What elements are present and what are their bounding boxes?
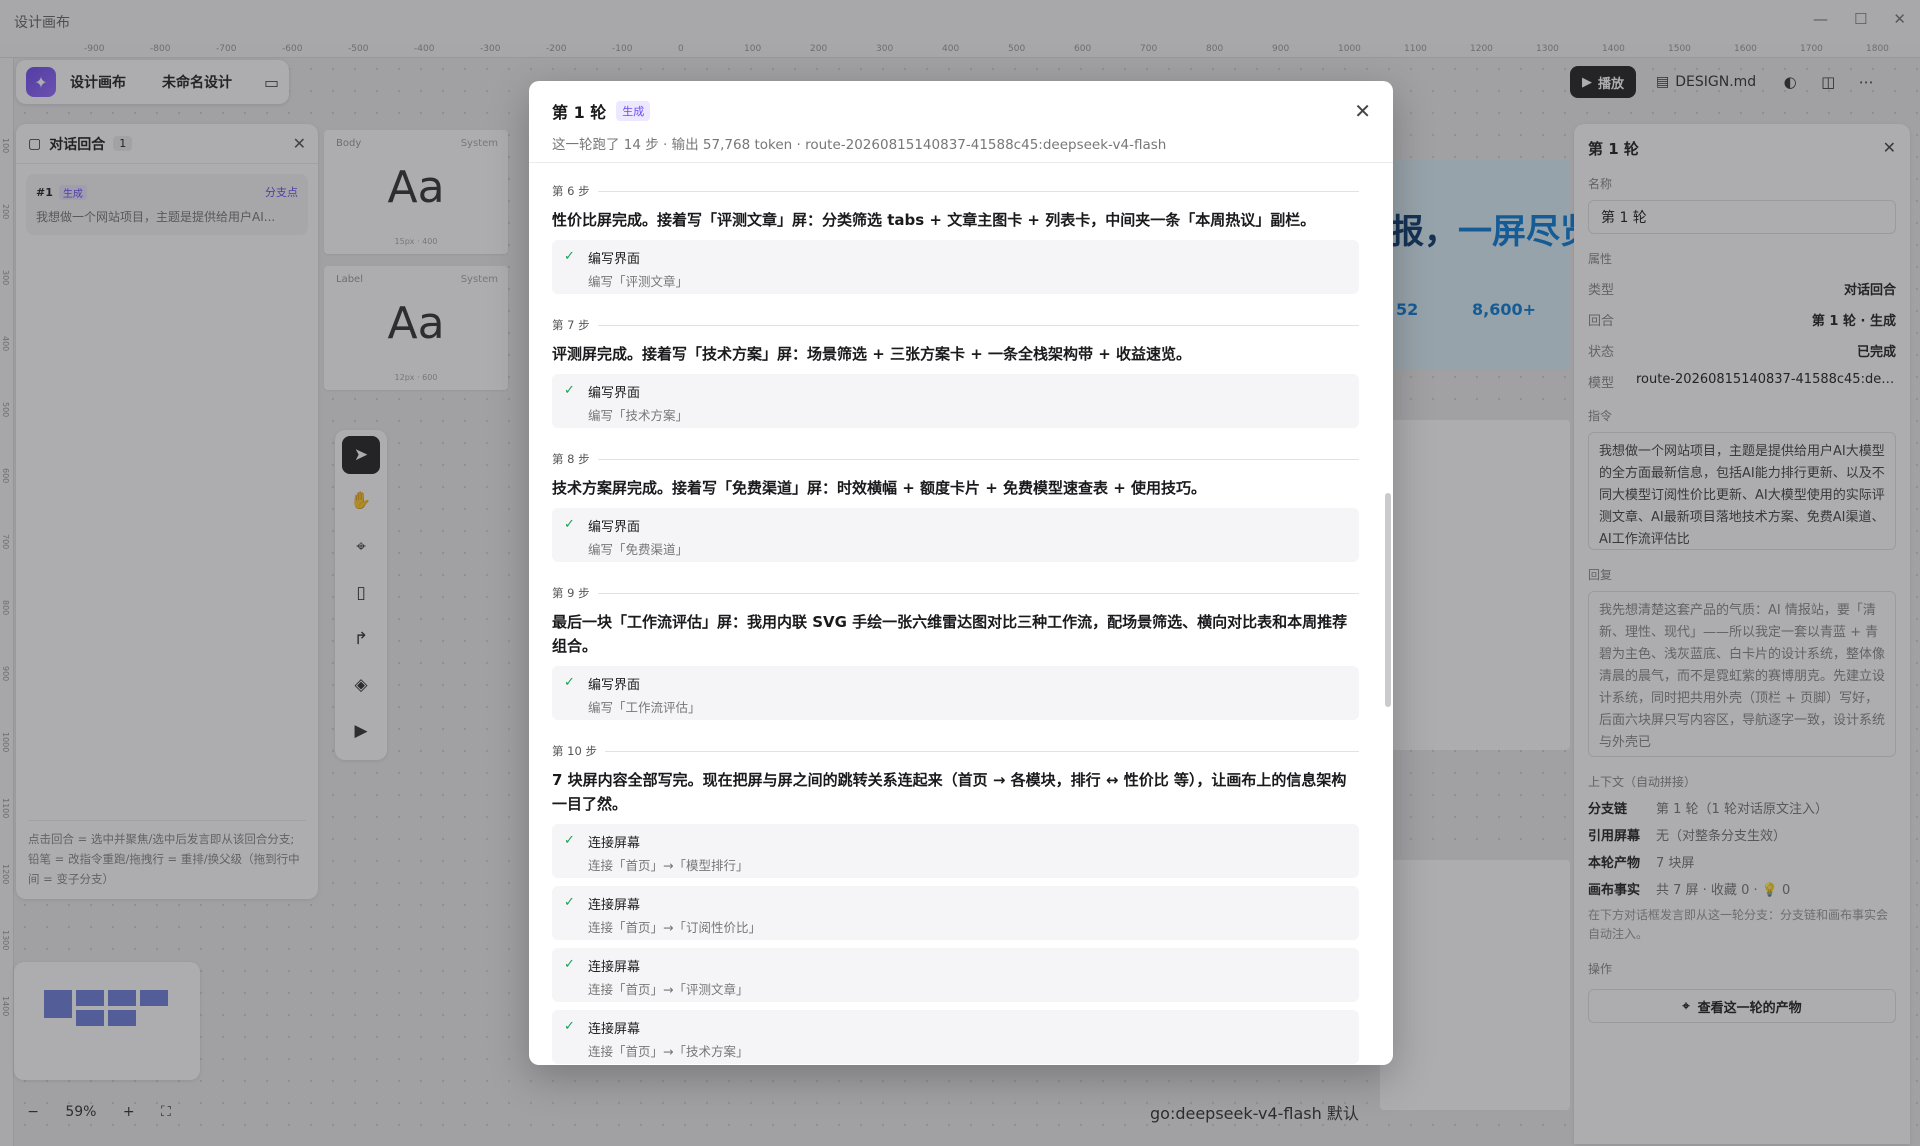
- check-icon: ✓: [564, 1019, 575, 1034]
- action-title: 编写界面: [588, 678, 641, 693]
- step-action[interactable]: ✓ 连接屏幕连接「首页」→「订阅性价比」: [552, 886, 1359, 940]
- scrollbar-thumb[interactable]: [1385, 493, 1391, 707]
- step-text: 性价比屏完成。接着写「评测文章」屏：分类筛选 tabs + 文章主图卡 + 列表…: [552, 211, 1316, 229]
- step-item: 第 9 步最后一块「工作流评估」屏：我用内联 SVG 手绘一张六维雷达图对比三种…: [552, 584, 1359, 720]
- check-icon: ✓: [564, 517, 575, 532]
- action-title: 连接屏幕: [588, 1022, 641, 1037]
- action-detail: 连接「首页」→「订阅性价比」: [588, 920, 761, 935]
- step-label: 第 9 步: [552, 584, 1359, 602]
- modal-title: 第 1 轮: [552, 103, 607, 122]
- action-title: 编写界面: [588, 520, 641, 535]
- step-action[interactable]: ✓ 连接屏幕连接「首页」→「评测文章」: [552, 948, 1359, 1002]
- step-label: 第 7 步: [552, 316, 1359, 334]
- check-icon: ✓: [564, 675, 575, 690]
- step-item: 第 10 步 7 块屏内容全部写完。现在把屏与屏之间的跳转关系连起来（首页 → 各…: [552, 742, 1359, 1064]
- step-action[interactable]: ✓ 连接屏幕连接「首页」→「技术方案」: [552, 1010, 1359, 1064]
- round-detail-modal: 第 1 轮 生成 这一轮跑了 14 步 · 输出 57,768 token · …: [529, 81, 1393, 1065]
- step-action[interactable]: ✓ 连接屏幕连接「首页」→「模型排行」: [552, 824, 1359, 878]
- action-detail: 编写「评测文章」: [588, 274, 689, 289]
- action-title: 编写界面: [588, 252, 641, 267]
- step-item: 第 6 步性价比屏完成。接着写「评测文章」屏：分类筛选 tabs + 文章主图卡…: [552, 182, 1359, 294]
- action-detail: 编写「技术方案」: [588, 408, 689, 423]
- check-icon: ✓: [564, 895, 575, 910]
- close-icon[interactable]: ✕: [1354, 101, 1371, 121]
- check-icon: ✓: [564, 249, 575, 264]
- step-label: 第 8 步: [552, 450, 1359, 468]
- scrollbar[interactable]: [1385, 173, 1391, 1053]
- step-text: 7 块屏内容全部写完。现在把屏与屏之间的跳转关系连起来（首页 → 各模块，排行 …: [552, 771, 1347, 813]
- modal-header: 第 1 轮 生成 这一轮跑了 14 步 · 输出 57,768 token · …: [529, 81, 1393, 163]
- check-icon: ✓: [564, 833, 575, 848]
- step-item: 第 8 步技术方案屏完成。接着写「免费渠道」屏：时效横幅 + 额度卡片 + 免费…: [552, 450, 1359, 562]
- action-detail: 编写「工作流评估」: [588, 700, 701, 715]
- step-action[interactable]: ✓ 编写界面编写「免费渠道」: [552, 508, 1359, 562]
- action-detail: 连接「首页」→「技术方案」: [588, 1044, 749, 1059]
- action-detail: 编写「免费渠道」: [588, 542, 689, 557]
- check-icon: ✓: [564, 383, 575, 398]
- step-label: 第 6 步: [552, 182, 1359, 200]
- action-title: 连接屏幕: [588, 836, 641, 851]
- step-action[interactable]: ✓ 编写界面编写「工作流评估」: [552, 666, 1359, 720]
- action-title: 编写界面: [588, 386, 641, 401]
- step-text: 评测屏完成。接着写「技术方案」屏：场景筛选 + 三张方案卡 + 一条全栈架构带 …: [552, 345, 1192, 363]
- step-action[interactable]: ✓ 编写界面编写「评测文章」: [552, 240, 1359, 294]
- action-detail: 连接「首页」→「模型排行」: [588, 858, 749, 873]
- step-item: 第 7 步评测屏完成。接着写「技术方案」屏：场景筛选 + 三张方案卡 + 一条全…: [552, 316, 1359, 428]
- action-title: 连接屏幕: [588, 960, 641, 975]
- modal-badge: 生成: [616, 101, 651, 121]
- step-text: 最后一块「工作流评估」屏：我用内联 SVG 手绘一张六维雷达图对比三种工作流，配…: [552, 613, 1348, 655]
- action-title: 连接屏幕: [588, 898, 641, 913]
- step-text: 技术方案屏完成。接着写「免费渠道」屏：时效横幅 + 额度卡片 + 免费模型速查表…: [552, 479, 1207, 497]
- step-label: 第 10 步: [552, 742, 1359, 760]
- step-action[interactable]: ✓ 编写界面编写「技术方案」: [552, 374, 1359, 428]
- modal-subtitle: 这一轮跑了 14 步 · 输出 57,768 token · route-202…: [552, 137, 1167, 153]
- action-detail: 连接「首页」→「评测文章」: [588, 982, 749, 997]
- steps-list[interactable]: 第 6 步性价比屏完成。接着写「评测文章」屏：分类筛选 tabs + 文章主图卡…: [529, 164, 1393, 1065]
- check-icon: ✓: [564, 957, 575, 972]
